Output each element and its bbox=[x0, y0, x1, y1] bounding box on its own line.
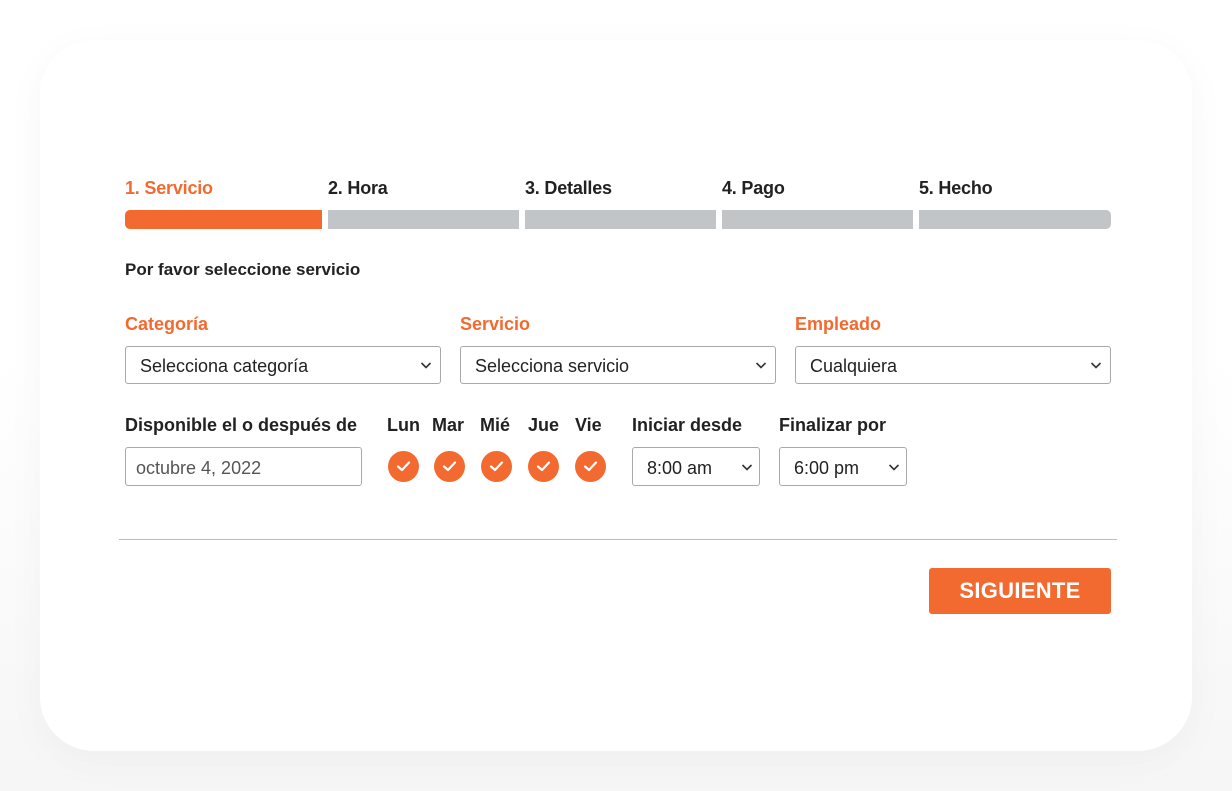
chevron-down-icon bbox=[755, 362, 767, 369]
employee-select-value: Cualquiera bbox=[810, 356, 898, 376]
day-label-jue: Jue bbox=[528, 415, 560, 435]
day-checkbox-lun[interactable] bbox=[388, 451, 419, 482]
service-label: Servicio bbox=[460, 314, 531, 334]
category-label: Categoría bbox=[125, 314, 209, 334]
step-2-label[interactable]: 2. Hora bbox=[328, 178, 388, 199]
employee-select[interactable]: Cualquiera bbox=[795, 346, 1111, 384]
day-checkbox-jue[interactable] bbox=[528, 451, 559, 482]
chevron-down-icon bbox=[741, 464, 753, 471]
step-3-label[interactable]: 3. Detalles bbox=[525, 178, 612, 199]
day-label-mie: Mié bbox=[480, 415, 511, 435]
day-label-mar: Mar bbox=[432, 415, 465, 435]
end-time-label: Finalizar por bbox=[779, 415, 887, 435]
next-button[interactable]: SIGUIENTE bbox=[929, 568, 1111, 614]
end-time-select[interactable]: 6:00 pm bbox=[779, 447, 907, 486]
check-icon bbox=[442, 461, 457, 472]
check-icon bbox=[536, 461, 551, 472]
category-select[interactable]: Selecciona categoría bbox=[125, 346, 441, 384]
service-select[interactable]: Selecciona servicio bbox=[460, 346, 776, 384]
category-select-value: Selecciona categoría bbox=[140, 356, 309, 376]
service-select-value: Selecciona servicio bbox=[475, 356, 630, 376]
start-time-label: Iniciar desde bbox=[632, 415, 743, 435]
employee-label: Empleado bbox=[795, 314, 882, 334]
chevron-down-icon bbox=[420, 362, 432, 369]
day-label-vie: Vie bbox=[575, 415, 602, 435]
check-icon bbox=[489, 461, 504, 472]
day-label-lun: Lun bbox=[387, 415, 420, 435]
step-1-bar bbox=[125, 210, 322, 229]
date-input[interactable]: octubre 4, 2022 bbox=[125, 447, 362, 486]
check-icon bbox=[396, 461, 411, 472]
chevron-down-icon bbox=[1090, 362, 1102, 369]
step-4-label[interactable]: 4. Pago bbox=[722, 178, 785, 199]
day-checkbox-vie[interactable] bbox=[575, 451, 606, 482]
step-1-label[interactable]: 1. Servicio bbox=[125, 178, 213, 199]
step-5-bar bbox=[919, 210, 1111, 229]
step-5-label[interactable]: 5. Hecho bbox=[919, 178, 993, 199]
date-input-value: octubre 4, 2022 bbox=[136, 458, 262, 478]
day-checkbox-mar[interactable] bbox=[434, 451, 465, 482]
check-icon bbox=[583, 461, 598, 472]
section-divider bbox=[119, 539, 1117, 540]
step-2-bar bbox=[328, 210, 519, 229]
end-time-value: 6:00 pm bbox=[794, 458, 860, 478]
booking-card bbox=[40, 40, 1192, 751]
instruction-text: Por favor seleccione servicio bbox=[125, 260, 361, 279]
step-3-bar bbox=[525, 210, 716, 229]
start-time-value: 8:00 am bbox=[647, 458, 713, 478]
date-label: Disponible el o después de bbox=[125, 415, 358, 435]
step-4-bar bbox=[722, 210, 913, 229]
chevron-down-icon bbox=[888, 464, 900, 471]
start-time-select[interactable]: 8:00 am bbox=[632, 447, 760, 486]
day-checkbox-mie[interactable] bbox=[481, 451, 512, 482]
